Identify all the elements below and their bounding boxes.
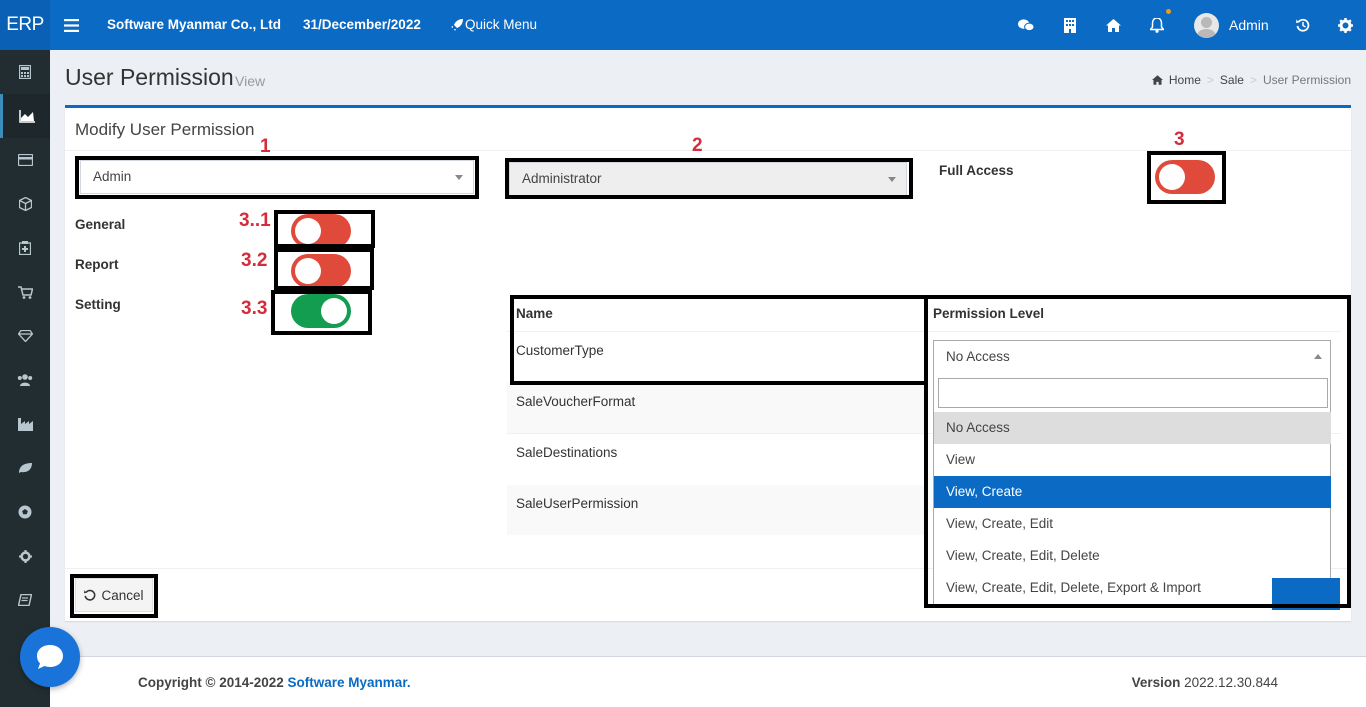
quick-menu-link[interactable]: Quick Menu: [465, 0, 537, 50]
general-label: General: [75, 217, 126, 232]
sidebar-item-book[interactable]: [0, 578, 50, 622]
breadcrumb-home[interactable]: Home: [1169, 73, 1201, 87]
annotation-box-2: [505, 158, 913, 199]
sidebar-item-cube[interactable]: [0, 182, 50, 226]
sidebar-item-hospital[interactable]: [0, 226, 50, 270]
sidebar-item-users[interactable]: [0, 358, 50, 402]
sidebar: [0, 50, 50, 707]
bell-icon[interactable]: [1149, 17, 1165, 33]
industry-icon: [17, 417, 33, 431]
app-logo[interactable]: ERP: [0, 0, 50, 50]
credit-card-icon: [17, 154, 33, 166]
annotation-number: 1: [260, 136, 271, 157]
page-footer: Copyright © 2014-2022 Software Myanmar. …: [50, 656, 1366, 707]
annotation-number: 3..1: [239, 210, 271, 231]
annotation-box-table-header: [510, 295, 928, 385]
breadcrumb: Home > Sale > User Permission: [1151, 73, 1351, 87]
annotation-box-3-1: [274, 210, 375, 248]
gear-icon[interactable]: [1337, 17, 1353, 33]
copyright-text: Copyright © 2014-2022: [138, 675, 284, 690]
diamond-icon: [17, 330, 33, 342]
full-access-label: Full Access: [939, 163, 1014, 178]
sidebar-item-factory[interactable]: [0, 402, 50, 446]
live-chat-button[interactable]: [20, 627, 80, 687]
annotation-box-cancel: [70, 574, 158, 618]
building-icon[interactable]: [1062, 17, 1078, 33]
cog-icon: [18, 549, 32, 563]
home-icon[interactable]: [1105, 17, 1121, 33]
annotation-number: 3: [1174, 129, 1185, 150]
sidebar-item-sale[interactable]: [0, 94, 50, 138]
hospital-icon: [19, 241, 31, 255]
sidebar-item-diamond[interactable]: [0, 314, 50, 358]
current-date[interactable]: 31/December/2022: [303, 0, 421, 50]
annotation-box-1: [75, 156, 479, 199]
book-icon: [18, 594, 32, 606]
annotation-box-3-3: [271, 290, 372, 335]
sidebar-item-cart[interactable]: [0, 270, 50, 314]
user-name[interactable]: Admin: [1229, 0, 1269, 50]
users-icon: [17, 374, 33, 386]
calculator-icon: [19, 65, 31, 79]
company-name[interactable]: Software Myanmar Co., Ltd: [107, 0, 281, 50]
breadcrumb-current: User Permission: [1262, 73, 1351, 87]
table-row: SaleVoucherFormat: [516, 394, 636, 409]
version-label: Version: [1131, 675, 1181, 690]
annotation-number: 3.2: [241, 250, 268, 271]
annotation-box-3-2: [274, 248, 374, 290]
breadcrumb-separator: >: [1249, 73, 1257, 87]
top-navbar: ERP Software Myanmar Co., Ltd 31/Decembe…: [0, 0, 1366, 50]
setting-label: Setting: [75, 297, 121, 312]
sidebar-item-calculator[interactable]: [0, 50, 50, 94]
user-avatar[interactable]: [1194, 13, 1219, 38]
cube-icon: [18, 197, 32, 211]
company-link[interactable]: Software Myanmar.: [288, 675, 411, 690]
breadcrumb-sale[interactable]: Sale: [1220, 73, 1244, 87]
page-title: User Permission: [65, 64, 234, 90]
home-icon: [1151, 75, 1163, 85]
rocket-icon: [449, 17, 465, 33]
page-subtitle: View: [235, 73, 266, 89]
sidebar-item-leaf[interactable]: [0, 446, 50, 490]
leaf-icon: [18, 463, 32, 473]
sidebar-item-football[interactable]: [0, 490, 50, 534]
area-chart-icon: [18, 109, 35, 123]
chat-icon[interactable]: [1018, 17, 1034, 33]
form-title: Modify User Permission: [75, 120, 255, 139]
version-info: Version 2022.12.30.844: [1132, 675, 1278, 690]
copyright: Copyright © 2014-2022 Software Myanmar.: [138, 675, 411, 690]
annotation-box-3: [1147, 151, 1226, 204]
table-row: SaleUserPermission: [516, 496, 639, 511]
report-label: Report: [75, 257, 119, 272]
football-icon: [18, 505, 32, 519]
table-row: SaleDestinations: [516, 445, 618, 460]
notification-dot: [1166, 9, 1171, 14]
shopping-cart-icon: [17, 285, 33, 299]
hamburger-menu-icon[interactable]: [63, 17, 79, 33]
annotation-box-dropdown: [924, 295, 1351, 608]
sidebar-item-settings[interactable]: [0, 534, 50, 578]
annotation-number: 2: [692, 135, 703, 156]
breadcrumb-separator: >: [1206, 73, 1214, 87]
sidebar-item-card[interactable]: [0, 138, 50, 182]
history-icon[interactable]: [1295, 17, 1311, 33]
chat-bubble-icon: [37, 645, 63, 669]
version-value: 2022.12.30.844: [1184, 675, 1278, 690]
annotation-number: 3.3: [241, 298, 268, 319]
